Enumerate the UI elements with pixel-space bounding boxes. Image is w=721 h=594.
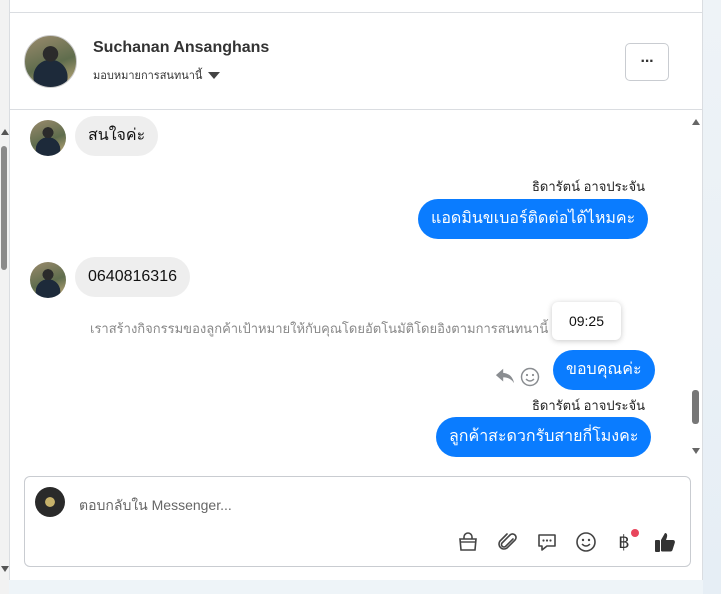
incoming-message[interactable]: สนใจค่ะ	[75, 116, 159, 156]
scroll-down-arrow-icon[interactable]	[692, 448, 700, 454]
scroll-up-arrow-icon[interactable]	[1, 129, 9, 135]
chat-scrollbar[interactable]	[690, 110, 704, 462]
assign-conversation-dropdown[interactable]: มอบหมายการสนทนานี้	[93, 66, 221, 84]
shop-button[interactable]	[455, 529, 481, 555]
incoming-message[interactable]: 0640816316	[75, 257, 190, 297]
scroll-up-arrow-icon[interactable]	[692, 119, 700, 125]
page-background-edge	[703, 0, 721, 594]
timestamp-tooltip: 09:25	[552, 302, 621, 340]
outgoing-message[interactable]: ลูกค้าสะดวกรับสายกี่โมงคะ	[436, 417, 652, 457]
thumbs-up-icon	[655, 533, 675, 552]
react-icon[interactable]	[520, 367, 540, 387]
notification-dot	[631, 529, 639, 537]
contact-name[interactable]: Suchanan Ansanghans	[93, 39, 269, 57]
paperclip-icon	[498, 533, 517, 550]
reply-icon[interactable]	[494, 366, 516, 386]
more-options-button[interactable]: ···	[625, 43, 669, 81]
assign-conversation-label: มอบหมายการสนทนานี้	[93, 70, 203, 82]
page-avatar	[35, 487, 65, 517]
message-composer: ฿	[24, 476, 691, 567]
conversation-header: Suchanan Ansanghans มอบหมายการสนทนานี้ ·…	[10, 13, 702, 110]
shopping-bag-icon	[459, 532, 477, 551]
conversation-panel: Suchanan Ansanghans มอบหมายการสนทนานี้ ·…	[9, 0, 703, 580]
reply-input[interactable]	[79, 494, 639, 516]
avatar	[30, 120, 66, 156]
system-notice: เราสร้างกิจกรรมของลูกค้าเป้าหมายให้กับคุ…	[90, 321, 549, 336]
outgoing-message[interactable]: ขอบคุณค่ะ	[553, 350, 655, 390]
payment-button[interactable]: ฿	[611, 529, 639, 555]
outgoing-message[interactable]: แอดมินขเบอร์ติดต่อได้ไหมคะ	[418, 199, 649, 239]
scrollbar-thumb[interactable]	[692, 390, 699, 424]
emoji-icon	[576, 532, 596, 552]
saved-replies-button[interactable]	[534, 529, 560, 555]
scrollbar-thumb[interactable]	[1, 146, 7, 270]
scroll-down-arrow-icon[interactable]	[1, 566, 9, 572]
baht-payment-icon: ฿	[618, 531, 630, 552]
ellipsis-icon: ···	[640, 53, 655, 70]
outer-scrollbar[interactable]	[0, 0, 9, 594]
avatar	[30, 262, 66, 298]
saved-replies-icon	[538, 534, 556, 551]
attach-button[interactable]	[495, 529, 521, 555]
caret-down-icon	[208, 71, 221, 79]
sender-name: ธิดารัตน์ อาจประจัน	[532, 179, 646, 194]
avatar[interactable]	[24, 35, 77, 88]
sender-name: ธิดารัตน์ อาจประจัน	[532, 398, 646, 413]
like-button[interactable]	[652, 529, 678, 555]
emoji-button[interactable]	[573, 529, 599, 555]
